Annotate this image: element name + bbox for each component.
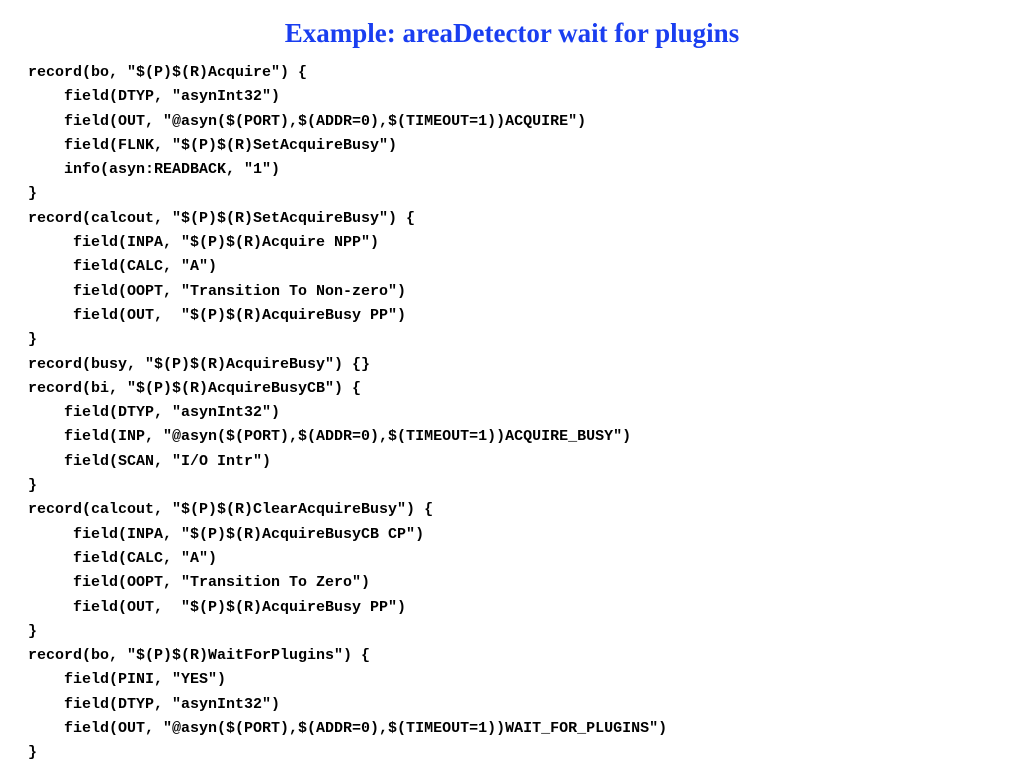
slide-title: Example: areaDetector wait for plugins — [28, 18, 996, 49]
code-block: record(bo, "$(P)$(R)Acquire") { field(DT… — [28, 61, 996, 766]
slide-container: Example: areaDetector wait for plugins r… — [0, 0, 1024, 768]
